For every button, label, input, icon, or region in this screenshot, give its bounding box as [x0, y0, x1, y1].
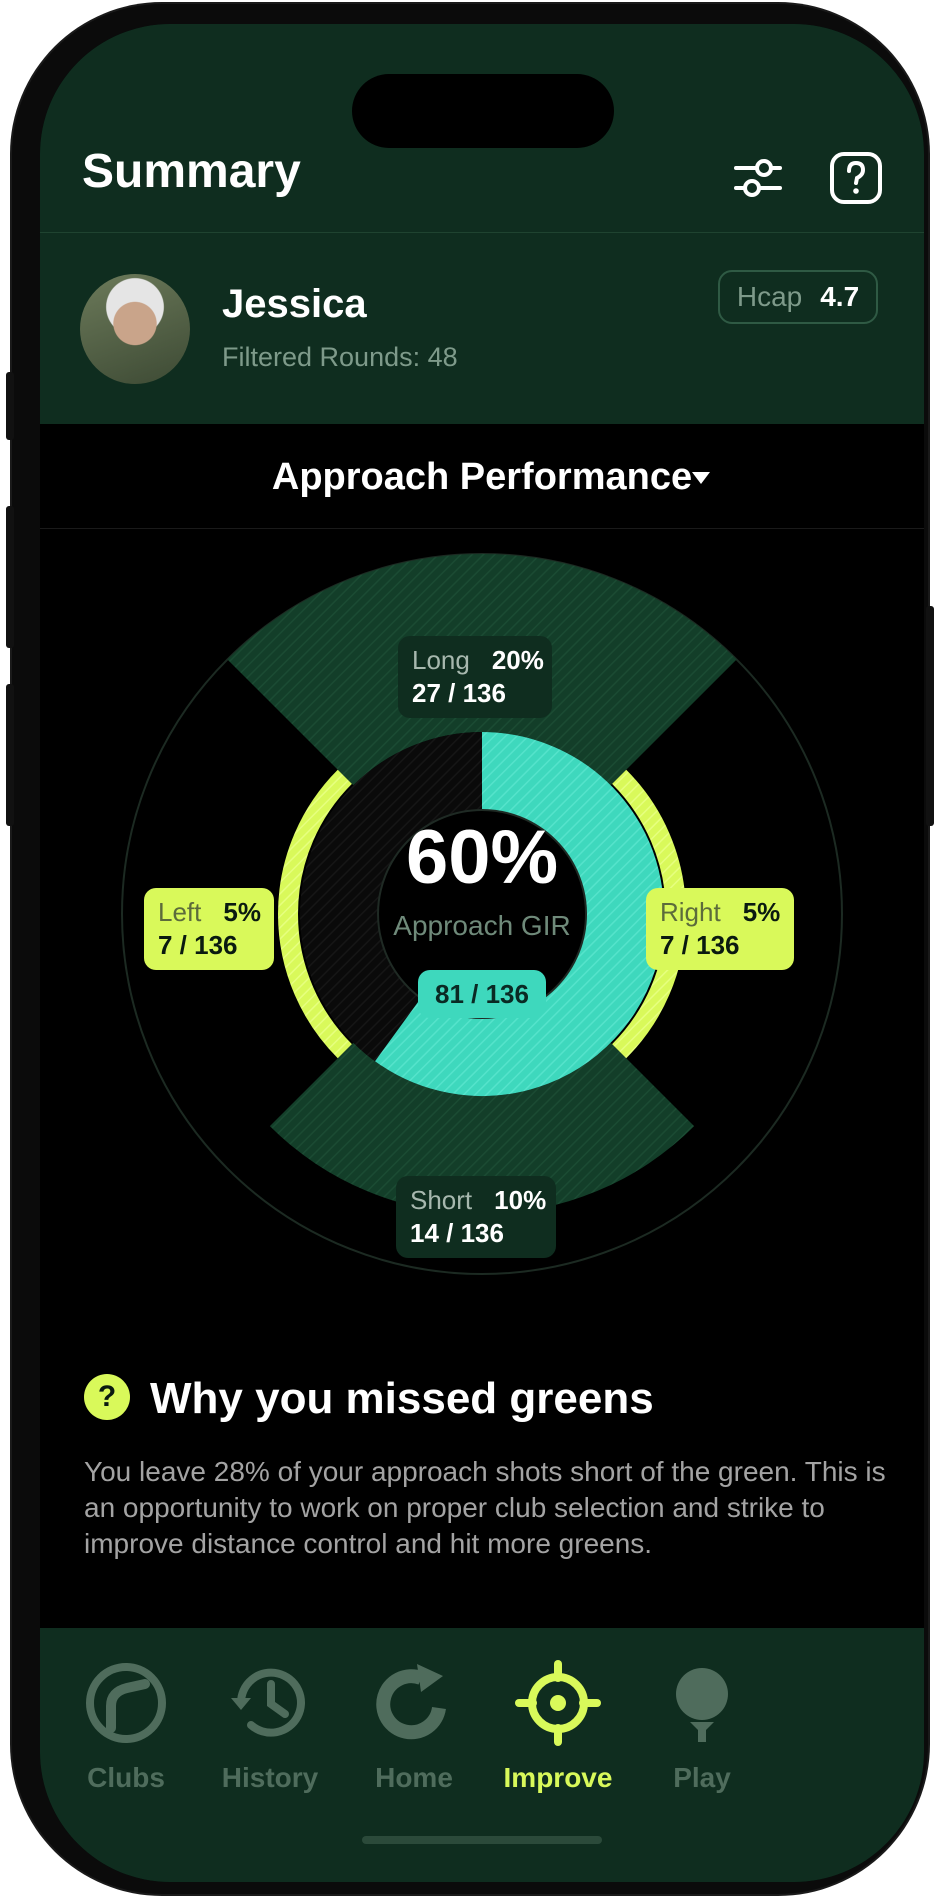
gir-percent: 60% [405, 815, 559, 900]
tab-home-label: Home [375, 1762, 453, 1793]
short-label-key: Short [410, 1185, 473, 1215]
gir-label: Approach GIR [393, 910, 571, 941]
short-label-count: 14 / 136 [410, 1218, 504, 1248]
long-label-pct: 20% [491, 645, 544, 675]
long-label-key: Long [412, 645, 470, 675]
short-label-pct: 10% [494, 1185, 547, 1215]
club-icon [81, 1658, 171, 1748]
home-refresh-icon [369, 1658, 459, 1748]
tab-clubs[interactable]: Clubs [56, 1658, 196, 1794]
tab-clubs-label: Clubs [87, 1762, 165, 1793]
phone-frame: Summary Jessica Filtered Rounds: 48 Hcap… [12, 4, 928, 1894]
history-icon [225, 1658, 315, 1748]
tab-play[interactable]: Play [632, 1658, 772, 1794]
tab-home[interactable]: Home [344, 1658, 484, 1794]
tab-play-label: Play [673, 1762, 731, 1793]
tab-history-label: History [221, 1762, 319, 1793]
long-label-count: 27 / 136 [412, 678, 506, 708]
volume-up-button [6, 506, 14, 648]
dynamic-island [352, 74, 614, 148]
mute-switch [6, 372, 14, 440]
golf-tee-icon [657, 1658, 747, 1748]
question-circle-icon: ? [84, 1374, 130, 1420]
tab-history[interactable]: History [200, 1658, 340, 1794]
volume-down-button [6, 684, 14, 826]
tab-improve-label: Improve [503, 1762, 613, 1793]
insight-body: You leave 28% of your approach shots sho… [84, 1456, 886, 1559]
tab-improve[interactable]: Improve [488, 1658, 628, 1794]
target-icon [513, 1658, 603, 1748]
home-indicator[interactable] [362, 1836, 602, 1844]
insight-title: Why you missed greens [150, 1374, 654, 1423]
screen: Summary Jessica Filtered Rounds: 48 Hcap… [40, 24, 924, 1882]
short-label: Short 10% 14 / 136 [396, 1176, 556, 1258]
power-button [926, 606, 934, 826]
long-label: Long 20% 27 / 136 [398, 636, 552, 718]
gir-count-pill: 81 / 136 [418, 970, 546, 1018]
